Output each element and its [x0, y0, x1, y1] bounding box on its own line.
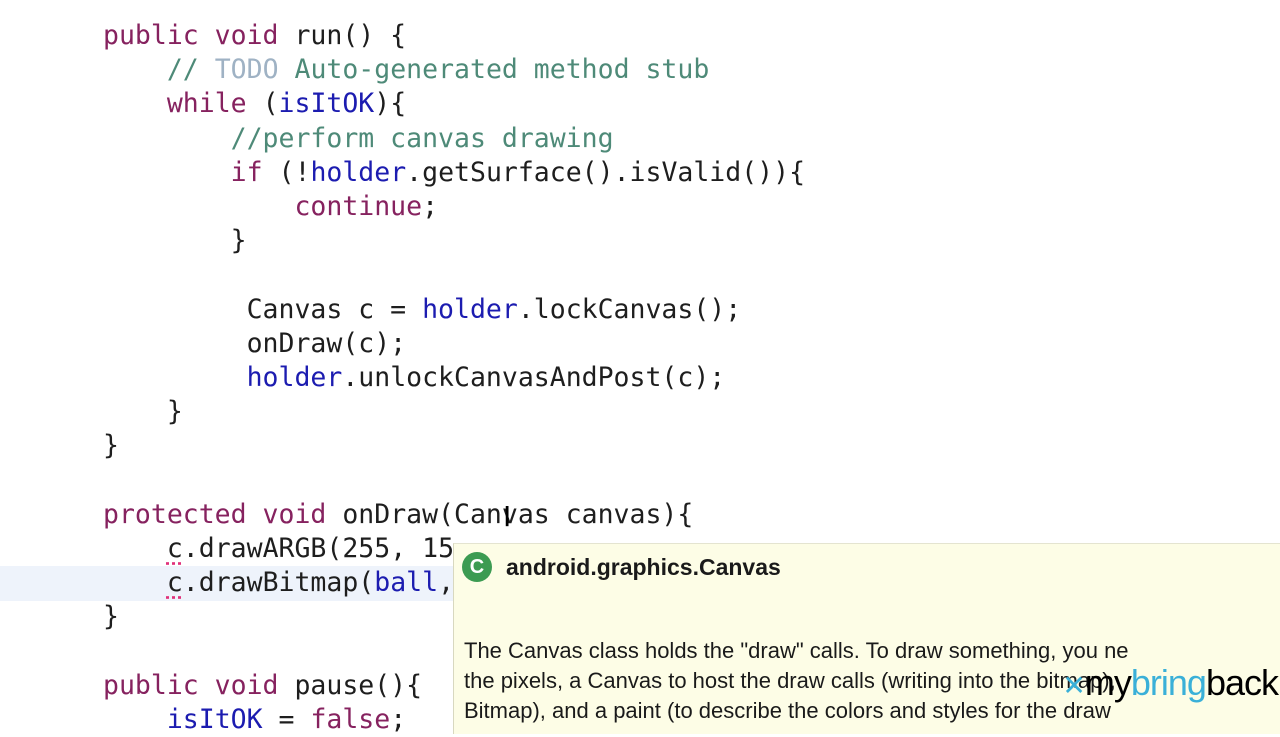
code-line[interactable]: c.drawBitmap(ball, — [103, 566, 454, 600]
tooltip-line: the pixels, a Canvas to host the draw ca… — [464, 668, 1116, 693]
code-token: ( — [246, 88, 279, 120]
watermark-logo: ✕mybringback — [1062, 662, 1279, 704]
code-token: if — [230, 156, 263, 188]
watermark-text: my — [1084, 662, 1132, 703]
code-line[interactable]: } — [103, 429, 119, 463]
code-token: // — [166, 54, 215, 86]
code-token: } — [103, 430, 119, 462]
code-line[interactable]: onDraw(c); — [103, 327, 407, 361]
code-token: onDraw(Canvas canvas){ — [342, 498, 694, 530]
code-token: c — [166, 567, 183, 599]
code-token: .drawARGB(255, 15 — [182, 533, 455, 564]
code-token: .lockCanvas(); — [517, 293, 742, 325]
code-token: holder — [246, 362, 343, 393]
code-token: Auto-generated method stub — [278, 54, 710, 86]
code-token: continue — [294, 191, 423, 222]
code-token: holder — [310, 156, 407, 188]
code-token: Canvas c = — [103, 293, 423, 325]
code-line[interactable]: } — [103, 600, 119, 634]
code-token: onDraw(c); — [103, 327, 407, 359]
code-token: c — [166, 533, 183, 564]
code-line[interactable]: public void run() { — [103, 19, 406, 53]
logo-icon: ✕ — [1062, 670, 1085, 701]
code-token: run() { — [294, 20, 407, 51]
code-line[interactable]: public void pause(){ — [103, 669, 422, 703]
code-token: //perform canvas drawing — [230, 122, 614, 154]
code-token: .getSurface().isValid()){ — [406, 156, 806, 188]
code-token: TODO — [214, 54, 279, 86]
watermark-text: bring — [1130, 662, 1207, 703]
code-token: isItOK — [278, 88, 375, 120]
code-line[interactable]: } — [103, 395, 183, 429]
tooltip-line: The Canvas class holds the "draw" calls.… — [464, 638, 1129, 663]
tooltip-header: C android.graphics.Canvas — [462, 552, 781, 582]
code-line[interactable]: //perform canvas drawing — [103, 122, 614, 156]
code-token: .unlockCanvasAndPost(c); — [342, 362, 726, 393]
javadoc-tooltip: C android.graphics.Canvas The Canvas cla… — [453, 543, 1280, 734]
code-token: (! — [262, 156, 311, 188]
code-token: ball — [374, 567, 439, 599]
code-line[interactable]: // TODO Auto-generated method stub — [103, 53, 709, 87]
code-line[interactable]: } — [103, 224, 247, 258]
code-token: } — [103, 396, 183, 428]
code-token: ){ — [374, 88, 407, 120]
code-token: public void — [103, 20, 295, 51]
code-line[interactable]: isItOK = false; — [103, 703, 406, 737]
code-token: pause(){ — [294, 669, 423, 701]
tooltip-title: android.graphics.Canvas — [506, 553, 781, 580]
code-token: while — [166, 88, 247, 120]
code-line[interactable]: c.drawARGB(255, 15 — [103, 532, 454, 566]
tooltip-line: Bitmap), and a paint (to describe the co… — [464, 698, 1111, 723]
code-token: holder — [422, 293, 518, 325]
code-token: public void — [103, 669, 295, 701]
text-cursor-icon: I — [503, 500, 512, 533]
tooltip-description: The Canvas class holds the "draw" calls.… — [464, 636, 1129, 726]
code-token: ; — [422, 191, 439, 222]
watermark-text: back — [1205, 662, 1279, 703]
code-token: .drawBitmap( — [182, 567, 375, 599]
code-line[interactable]: while (isItOK){ — [103, 87, 406, 121]
code-token: , — [438, 567, 455, 599]
code-line[interactable]: holder.unlockCanvasAndPost(c); — [103, 361, 726, 395]
code-line[interactable]: Canvas c = holder.lockCanvas(); — [103, 293, 742, 327]
class-icon: C — [462, 552, 492, 582]
code-line[interactable]: if (!holder.getSurface().isValid()){ — [103, 156, 805, 190]
code-token: protected void — [103, 498, 343, 530]
code-token: } — [103, 225, 247, 257]
code-line[interactable]: continue; — [103, 190, 438, 224]
code-token: } — [103, 601, 119, 633]
code-line[interactable]: protected void onDraw(Canvas canvas){ — [103, 498, 693, 532]
